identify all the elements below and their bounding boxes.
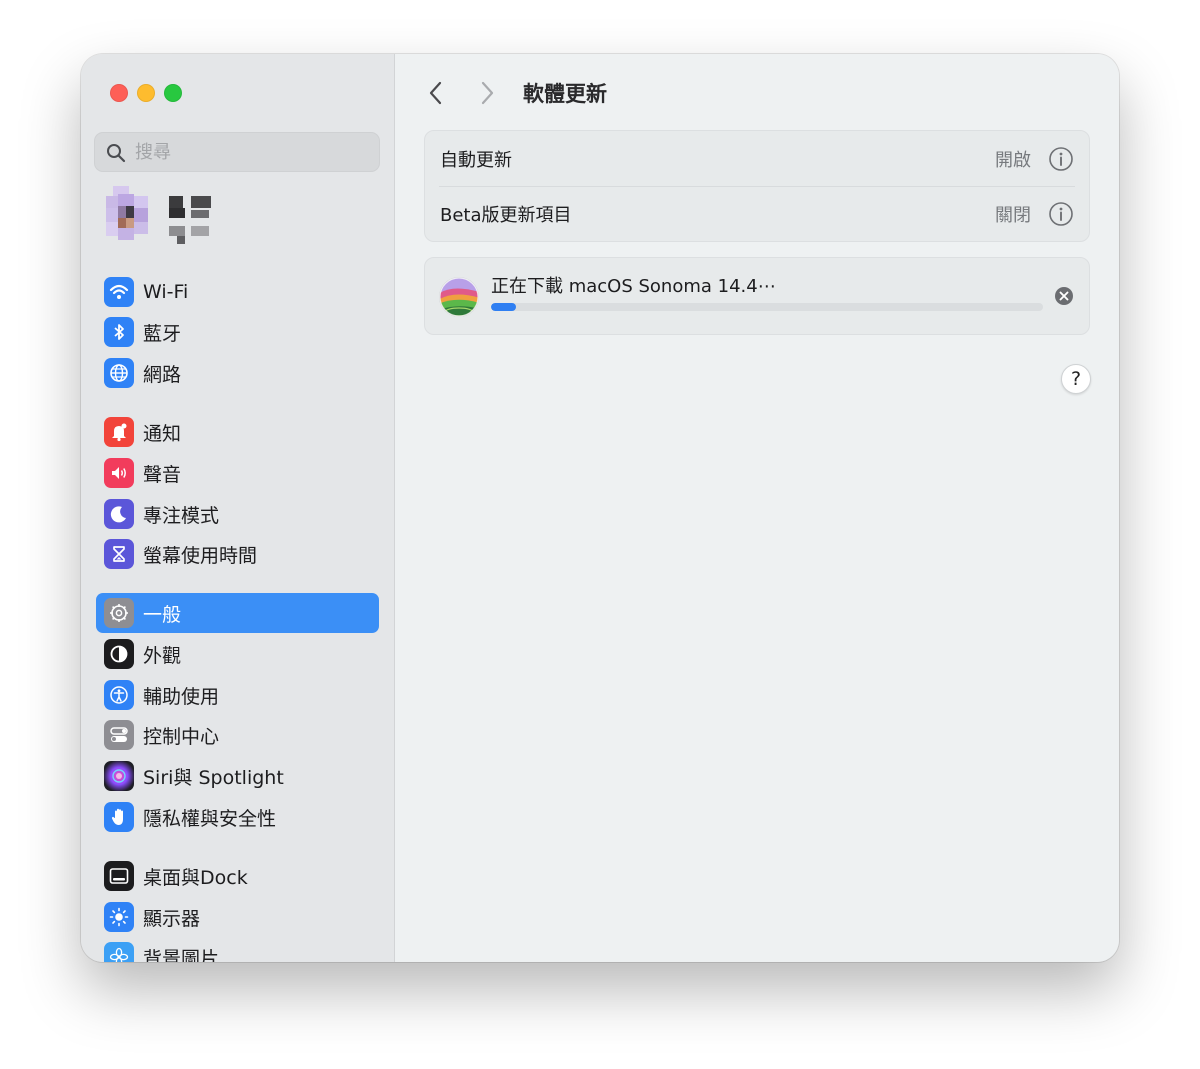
sidebar-item-label: 一般 <box>143 603 182 626</box>
appearance-icon <box>104 639 134 669</box>
sidebar-item-label: 桌面與Dock <box>143 866 248 889</box>
automatic-updates-value: 開啟 <box>995 149 1031 171</box>
accessibility-icon <box>104 680 134 710</box>
speaker-icon <box>104 458 134 488</box>
bluetooth-icon <box>104 317 134 347</box>
account-card[interactable] <box>103 182 213 252</box>
wifi-icon <box>104 277 134 307</box>
sidebar-item-control-center[interactable]: 控制中心 <box>96 715 379 755</box>
beta-updates-value: 關閉 <box>995 204 1031 226</box>
sidebar-item-general[interactable]: 一般 <box>96 593 379 633</box>
back-button[interactable] <box>421 78 451 108</box>
sidebar-item-label: 隱私權與安全性 <box>143 807 277 830</box>
macos-sonoma-icon <box>439 277 479 317</box>
sidebar-item-label: 通知 <box>143 422 182 445</box>
sidebar-item-wallpaper[interactable]: 背景圖片 <box>96 937 379 962</box>
sidebar-item-label: 輔助使用 <box>143 685 220 708</box>
automatic-updates-row: 自動更新 開啟 <box>425 131 1089 186</box>
flower-icon <box>104 942 134 962</box>
zoom-window-button[interactable] <box>164 84 182 102</box>
window-controls <box>110 84 182 102</box>
help-button[interactable]: ? <box>1061 364 1091 394</box>
hourglass-icon <box>104 539 134 569</box>
sidebar-item-displays[interactable]: 顯示器 <box>96 897 379 937</box>
sidebar: Wi-Fi 藍牙 網路 通知 <box>81 54 395 962</box>
sidebar-item-label: Siri與 Spotlight <box>143 766 284 789</box>
sidebar-item-sound[interactable]: 聲音 <box>96 453 379 493</box>
info-icon[interactable] <box>1048 201 1074 227</box>
sidebar-item-bluetooth[interactable]: 藍牙 <box>96 312 379 352</box>
moon-icon <box>104 499 134 529</box>
search-input[interactable] <box>135 133 365 171</box>
automatic-updates-label: 自動更新 <box>440 149 512 171</box>
sidebar-item-label: 聲音 <box>143 463 182 486</box>
sidebar-item-notifications[interactable]: 通知 <box>96 412 379 452</box>
hand-icon <box>104 802 134 832</box>
sidebar-item-label: 控制中心 <box>143 725 220 748</box>
globe-icon <box>104 358 134 388</box>
sidebar-item-siri-spotlight[interactable]: Siri與 Spotlight <box>96 756 379 796</box>
beta-updates-label: Beta版更新項目 <box>440 204 572 226</box>
forward-button[interactable] <box>472 78 502 108</box>
search-icon <box>107 144 126 163</box>
page-title: 軟體更新 <box>523 82 607 106</box>
main-content: 軟體更新 自動更新 開啟 Beta版更新項目 關閉 正在下載 macOS Son… <box>396 54 1119 962</box>
sidebar-item-privacy-security[interactable]: 隱私權與安全性 <box>96 797 379 837</box>
sidebar-item-label: 藍牙 <box>143 322 182 345</box>
minimize-window-button[interactable] <box>137 84 155 102</box>
sidebar-item-focus[interactable]: 專注模式 <box>96 494 379 534</box>
siri-icon <box>104 761 134 791</box>
sidebar-item-accessibility[interactable]: 輔助使用 <box>96 675 379 715</box>
avatar <box>106 186 211 244</box>
dock-icon <box>104 861 134 891</box>
sun-icon <box>104 902 134 932</box>
toggles-icon <box>104 720 134 750</box>
sidebar-item-network[interactable]: 網路 <box>96 353 379 393</box>
sidebar-item-desktop-dock[interactable]: 桌面與Dock <box>96 856 379 896</box>
sidebar-item-screen-time[interactable]: 螢幕使用時間 <box>96 534 379 574</box>
search-field[interactable] <box>94 132 380 172</box>
sidebar-item-label: 螢幕使用時間 <box>143 544 258 567</box>
info-icon[interactable] <box>1048 146 1074 172</box>
download-group: 正在下載 macOS Sonoma 14.4⋯ <box>424 257 1090 335</box>
bell-icon <box>104 417 134 447</box>
sidebar-item-label: 外觀 <box>143 644 182 667</box>
sidebar-item-label: 背景圖片 <box>143 947 220 963</box>
sidebar-item-wifi[interactable]: Wi-Fi <box>96 272 379 312</box>
chevron-right-icon <box>481 81 494 105</box>
download-progress-fill <box>491 303 516 311</box>
chevron-left-icon <box>429 81 442 105</box>
download-progress-bar <box>491 303 1043 311</box>
beta-updates-row: Beta版更新項目 關閉 <box>425 186 1089 241</box>
sidebar-item-label: 專注模式 <box>143 504 220 527</box>
settings-window: Wi-Fi 藍牙 網路 通知 <box>81 54 1119 962</box>
sidebar-item-label: Wi-Fi <box>143 281 189 303</box>
sidebar-item-appearance[interactable]: 外觀 <box>96 634 379 674</box>
sidebar-item-label: 網路 <box>143 363 182 386</box>
gear-icon <box>104 598 134 628</box>
sidebar-item-label: 顯示器 <box>143 907 201 930</box>
cancel-download-icon[interactable] <box>1054 286 1074 306</box>
update-settings-group: 自動更新 開啟 Beta版更新項目 關閉 <box>424 130 1090 242</box>
download-status-text: 正在下載 macOS Sonoma 14.4⋯ <box>491 276 776 297</box>
close-window-button[interactable] <box>110 84 128 102</box>
